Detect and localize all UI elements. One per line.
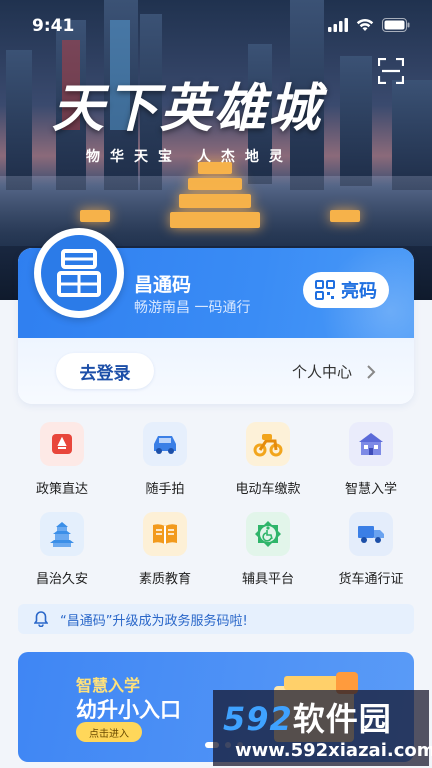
grid-label: 素质教育	[138, 572, 191, 587]
side-pavilion	[330, 210, 360, 222]
car-camera-icon	[143, 422, 187, 466]
notice-bar[interactable]: “昌通码”升级成为政务服务码啦!	[18, 604, 414, 634]
bell-icon	[34, 611, 48, 627]
grid-label: 货车通行证	[338, 572, 404, 587]
watermark-number: 592	[223, 700, 293, 738]
skyline-building	[6, 50, 32, 190]
watermark-logo: 592软件园	[223, 694, 392, 740]
show-code-label: 亮码	[341, 281, 377, 302]
grid-label: 政策直达	[35, 482, 88, 497]
personal-center-label: 个人中心	[292, 363, 353, 381]
app-name: 昌通码	[134, 274, 192, 296]
notice-text: “昌通码”升级成为政务服务码啦!	[60, 613, 248, 629]
grid-item-scooter-payment[interactable]: 电动车缴款	[220, 422, 316, 502]
app-logo	[34, 228, 124, 318]
status-time: 9:41	[32, 16, 75, 36]
grid-item-assistive-platform[interactable]: 辅具平台	[220, 512, 316, 592]
signal-icon	[328, 18, 348, 32]
grid-item-smart-enrollment[interactable]: 智慧入学	[323, 422, 419, 502]
grid-label: 昌治久安	[35, 572, 88, 587]
scan-button[interactable]	[377, 57, 405, 85]
truck-icon	[349, 512, 393, 556]
banner-subtitle: 智慧入学	[76, 676, 141, 695]
chevron-right-icon	[367, 364, 376, 379]
hero-subslogan: 物华天宝 人杰地灵	[86, 149, 293, 165]
pagoda-icon	[40, 512, 84, 556]
qr-code-icon	[315, 280, 335, 300]
battery-icon	[382, 18, 410, 32]
app-description: 畅游南昌 一码通行	[134, 300, 251, 316]
watermark: 592软件园 www.592xiazai.com	[213, 690, 432, 766]
grid-label: 辅具平台	[241, 572, 294, 587]
login-button[interactable]: 去登录	[56, 353, 154, 389]
grid-label: 电动车缴款	[235, 482, 301, 497]
scan-icon	[377, 57, 405, 85]
scooter-icon	[246, 422, 290, 466]
chang-logo-icon	[41, 235, 117, 311]
side-pavilion	[80, 210, 110, 222]
grid-label: 智慧入学	[344, 482, 397, 497]
personal-center-link[interactable]: 个人中心	[292, 361, 376, 382]
grid-item-snapshot[interactable]: 随手拍	[117, 422, 213, 502]
skyline-building	[392, 80, 432, 190]
hero-slogan: 天下英雄城	[52, 78, 323, 139]
grid-item-truck-permit[interactable]: 货车通行证	[323, 512, 419, 592]
status-bar: 9:41	[0, 14, 432, 38]
grid-item-policy[interactable]: 政策直达	[14, 422, 110, 502]
wifi-icon	[356, 19, 374, 31]
grid-item-quality-education[interactable]: 素质教育	[117, 512, 213, 592]
skyline-building	[340, 56, 372, 186]
grid-item-public-safety[interactable]: 昌治久安	[14, 512, 110, 592]
status-icons	[328, 18, 410, 32]
banner-title: 幼升小入口	[76, 698, 181, 722]
watermark-brand: 软件园	[292, 700, 392, 738]
banner-enter-button[interactable]: 点击进入	[76, 722, 142, 742]
grid-label: 随手拍	[145, 482, 185, 497]
show-code-button[interactable]: 亮码	[303, 272, 389, 308]
book-icon	[143, 512, 187, 556]
tengwang-pavilion	[170, 162, 260, 242]
watermark-url: www.592xiazai.com	[235, 740, 432, 761]
policy-icon	[40, 422, 84, 466]
wheelchair-icon	[246, 512, 290, 556]
school-icon	[349, 422, 393, 466]
